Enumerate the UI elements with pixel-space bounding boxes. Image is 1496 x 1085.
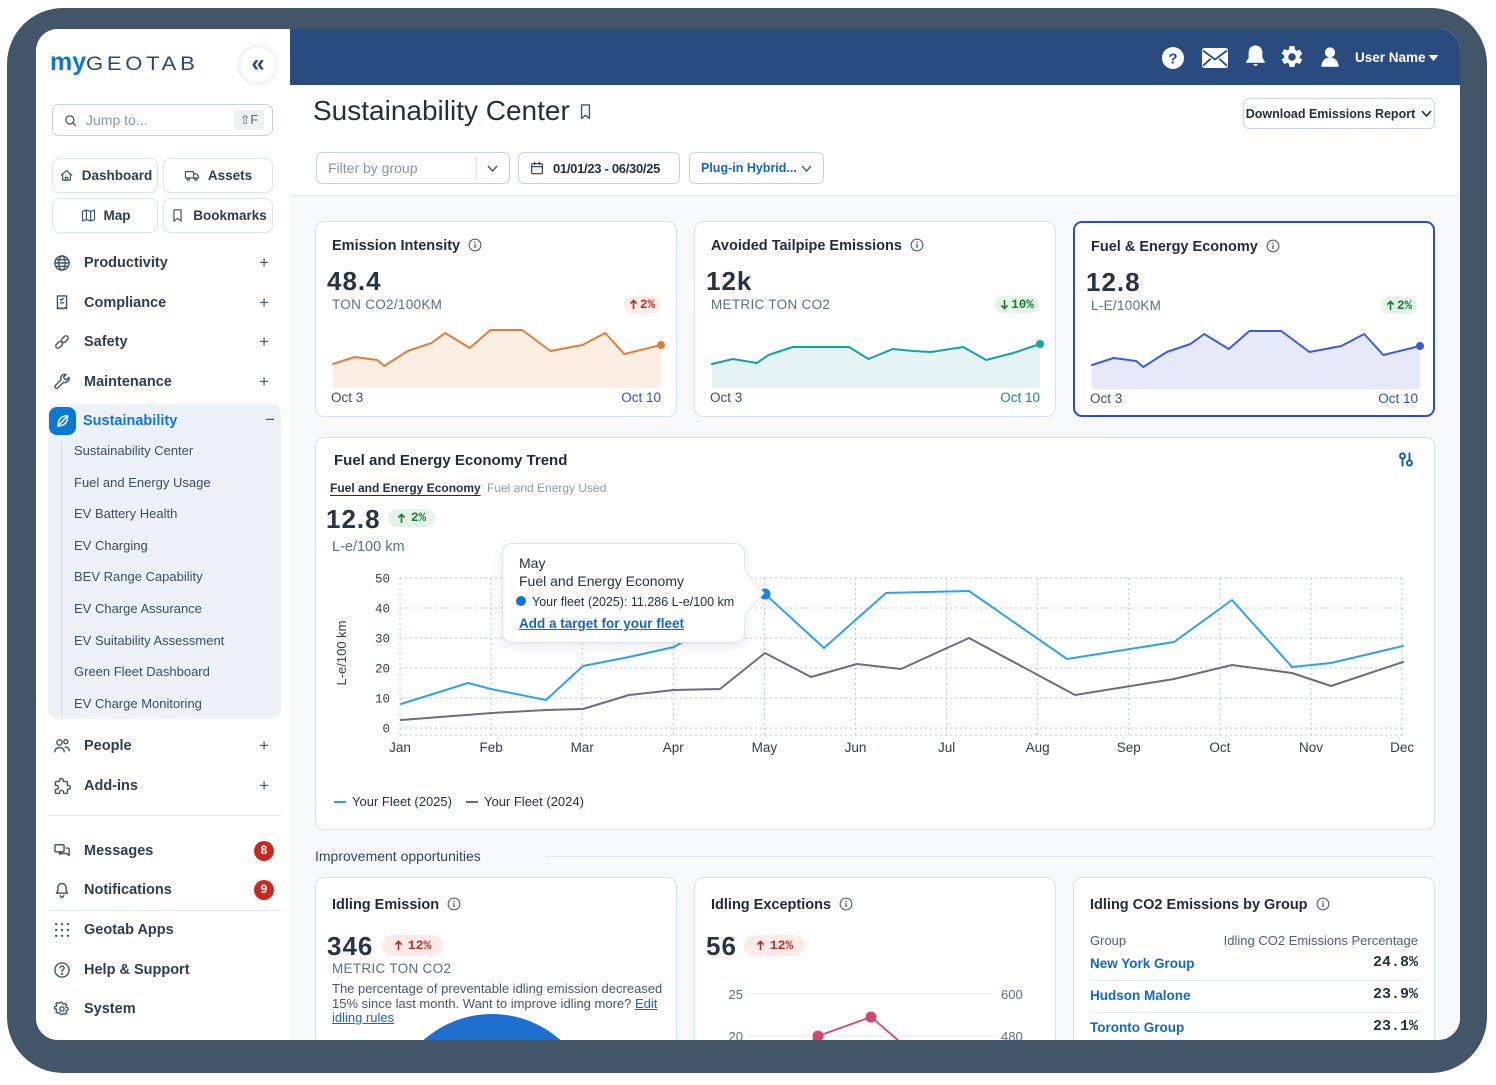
svg-text:Jun: Jun [845, 740, 867, 755]
svg-text:10: 10 [375, 693, 390, 707]
svg-text:600: 600 [1001, 987, 1023, 1002]
svg-text:L-e/100 km: L-e/100 km [334, 620, 349, 685]
svg-text:Oct: Oct [1209, 740, 1230, 755]
svg-text:40: 40 [375, 603, 390, 617]
svg-text:Nov: Nov [1299, 740, 1323, 755]
svg-text:May: May [752, 740, 778, 755]
svg-text:20: 20 [375, 663, 390, 677]
svg-text:?: ? [1168, 51, 1177, 68]
svg-text:25: 25 [729, 987, 743, 1002]
svg-text:Feb: Feb [479, 740, 502, 755]
svg-text:Sep: Sep [1117, 740, 1141, 755]
svg-text:Aug: Aug [1026, 740, 1050, 755]
svg-text:50: 50 [375, 573, 390, 587]
svg-text:Dec: Dec [1390, 740, 1414, 755]
svg-text:Jan: Jan [389, 740, 411, 755]
svg-text:Mar: Mar [571, 740, 595, 755]
svg-text:0: 0 [382, 723, 390, 737]
svg-text:30: 30 [375, 633, 390, 647]
svg-text:Apr: Apr [663, 740, 685, 755]
svg-text:Jul: Jul [938, 740, 955, 755]
svg-text:480: 480 [1001, 1029, 1023, 1040]
svg-text:20: 20 [729, 1029, 743, 1040]
